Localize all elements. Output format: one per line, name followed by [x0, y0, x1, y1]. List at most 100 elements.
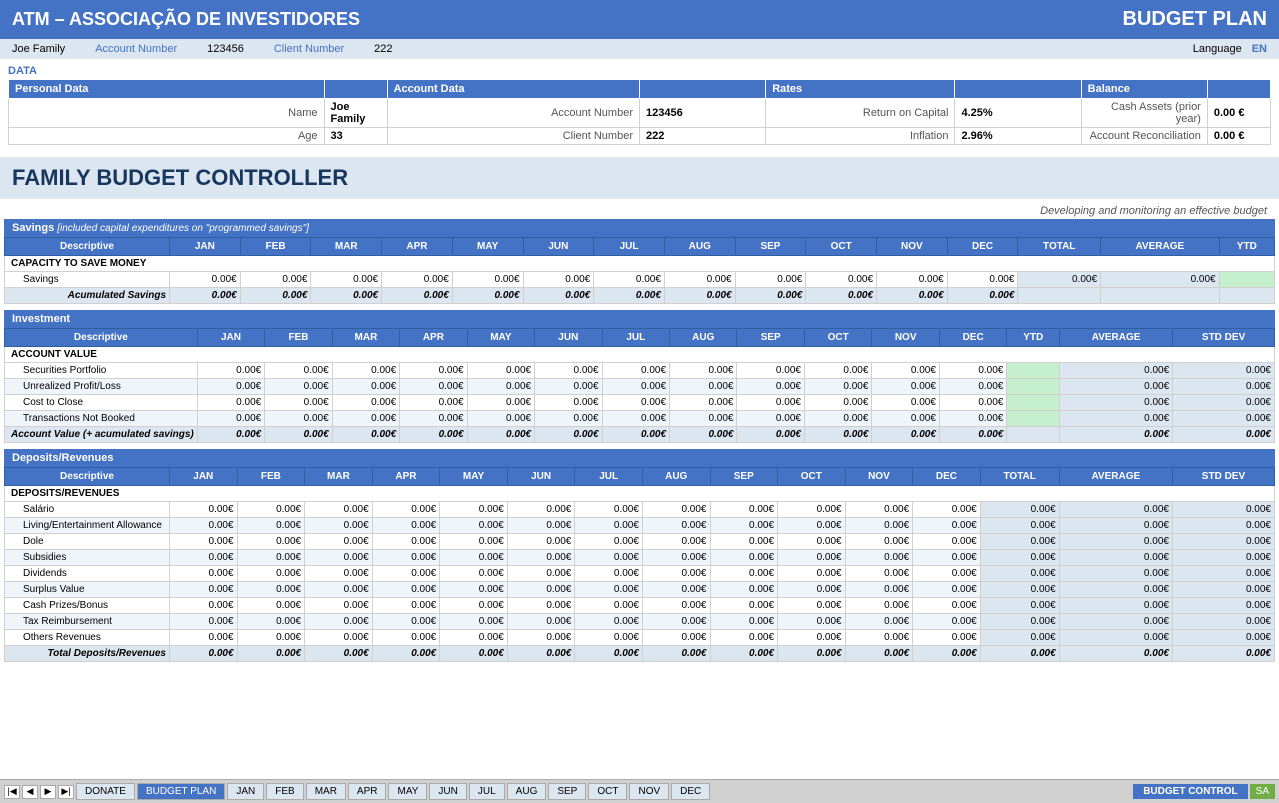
tab-aug[interactable]: AUG — [507, 783, 547, 800]
tab-jul[interactable]: JUL — [469, 783, 505, 800]
investment-header: Investment — [4, 310, 1275, 328]
nav-prev-arrow[interactable]: ◀ — [22, 785, 38, 799]
personal-data-header: Personal Data — [9, 80, 325, 99]
return-value: 4.25% — [955, 99, 1081, 128]
inflation-value: 2.96% — [955, 128, 1081, 145]
savings-section: Savings [included capital expenditures o… — [0, 219, 1279, 304]
investment-table: Descriptive JANFEBMAR APRMAYJUN JULAUGSE… — [4, 328, 1275, 443]
inv-row-unrealized: Unrealized Profit/Loss 0.00€0.00€0.00€ 0… — [5, 379, 1275, 395]
inv-row-transactions: Transactions Not Booked 0.00€0.00€0.00€ … — [5, 411, 1275, 427]
inv-row-securities: Securities Portfolio 0.00€0.00€0.00€ 0.0… — [5, 363, 1275, 379]
nav-last-arrow[interactable]: ▶| — [58, 785, 74, 799]
cash-assets-label: Cash Assets (prior year) — [1081, 99, 1207, 128]
acct-num-label: Account Number — [387, 99, 639, 128]
tab-mar[interactable]: MAR — [306, 783, 346, 800]
tab-may[interactable]: MAY — [388, 783, 427, 800]
rates-header: Rates — [766, 80, 955, 99]
user-name: Joe Family — [12, 43, 65, 55]
cash-prizes-label: Cash Prizes/Bonus — [5, 598, 170, 614]
savings-col-may: MAY — [452, 238, 523, 256]
tab-donate[interactable]: DONATE — [76, 783, 135, 800]
tab-nov[interactable]: NOV — [629, 783, 669, 800]
savings-col-mar: MAR — [311, 238, 382, 256]
data-row-1: Name Joe Family Account Number 123456 Re… — [9, 99, 1271, 128]
tab-apr[interactable]: APR — [348, 783, 387, 800]
data-section: DATA Personal Data Account Data Rates Ba… — [0, 59, 1279, 153]
nav-first-arrow[interactable]: |◀ — [4, 785, 20, 799]
deposits-header: Deposits/Revenues — [4, 449, 1275, 467]
client-num-label: Client Number — [387, 128, 639, 145]
age-label: Age — [9, 128, 325, 145]
nav-next-arrow[interactable]: ▶ — [40, 785, 56, 799]
balance-header: Balance — [1081, 80, 1207, 99]
dep-row-surplus: Surplus Value 0.00€0.00€0.00€ 0.00€0.00€… — [5, 582, 1275, 598]
savings-col-feb: FEB — [240, 238, 311, 256]
inflation-label: Inflation — [766, 128, 955, 145]
tab-feb[interactable]: FEB — [266, 783, 303, 800]
inv-row-cost: Cost to Close 0.00€0.00€0.00€ 0.00€0.00€… — [5, 395, 1275, 411]
data-info-table: Personal Data Account Data Rates Balance… — [8, 79, 1271, 145]
dep-row-salario: Salário 0.00€0.00€0.00€ 0.00€0.00€0.00€ … — [5, 502, 1275, 518]
tab-jan[interactable]: JAN — [227, 783, 264, 800]
app-header: ATM – ASSOCIAÇÃO DE INVESTIDORES BUDGET … — [0, 0, 1279, 39]
account-number-value: 123456 — [207, 43, 244, 55]
client-num-value: 222 — [640, 128, 766, 145]
savings-col-avg: AVERAGE — [1101, 238, 1220, 256]
deposits-table: Descriptive JANFEBMAR APRMAYJUN JULAUGSE… — [4, 467, 1275, 662]
dep-row-dole: Dole 0.00€0.00€0.00€ 0.00€0.00€0.00€ 0.0… — [5, 534, 1275, 550]
dep-row-subsidies: Subsidies 0.00€0.00€0.00€ 0.00€0.00€0.00… — [5, 550, 1275, 566]
savings-col-aug: AUG — [664, 238, 735, 256]
dep-row-cash-prizes: Cash Prizes/Bonus 0.00€0.00€0.00€ 0.00€0… — [5, 598, 1275, 614]
savings-total-row: Acumulated Savings 0.00€0.00€0.00€ 0.00€… — [5, 288, 1275, 304]
savings-row-savings: Savings 0.00€0.00€0.00€ 0.00€0.00€0.00€ … — [5, 272, 1275, 288]
savings-row-label: Savings — [5, 272, 170, 288]
fbc-title: FAMILY BUDGET CONTROLLER — [12, 165, 1267, 191]
tab-sep[interactable]: SEP — [548, 783, 586, 800]
savings-section-label: CAPACITY TO SAVE MONEY — [5, 256, 1275, 272]
savings-col-oct: OCT — [806, 238, 877, 256]
acct-recon-label: Account Reconciliation — [1081, 128, 1207, 145]
acct-num-value: 123456 — [640, 99, 766, 128]
account-data-header: Account Data — [387, 80, 639, 99]
savings-col-total: TOTAL — [1018, 238, 1101, 256]
data-row-2: Age 33 Client Number 222 Inflation 2.96%… — [9, 128, 1271, 145]
acct-recon-value: 0.00 € — [1207, 128, 1270, 145]
name-label: Name — [9, 99, 325, 128]
savings-header: Savings [included capital expenditures o… — [4, 219, 1275, 237]
tab-dec[interactable]: DEC — [671, 783, 710, 800]
savings-col-dec: DEC — [947, 238, 1018, 256]
savings-col-jul: JUL — [594, 238, 665, 256]
savings-col-jan: JAN — [170, 238, 241, 256]
inv-total-row: Account Value (+ acumulated savings) 0.0… — [5, 427, 1275, 443]
dep-row-others: Others Revenues 0.00€0.00€0.00€ 0.00€0.0… — [5, 630, 1275, 646]
savings-col-desc: Descriptive — [5, 238, 170, 256]
app-title: ATM – ASSOCIAÇÃO DE INVESTIDORES — [12, 9, 360, 30]
dep-section-row: DEPOSITS/REVENUES — [5, 486, 1275, 502]
savings-col-jun: JUN — [523, 238, 594, 256]
savings-col-ytd: YTD — [1219, 238, 1274, 256]
info-bar: Joe Family Account Number 123456 Client … — [0, 39, 1279, 59]
tab-budget-control[interactable]: BUDGET CONTROL — [1133, 784, 1247, 799]
budget-plan-label: BUDGET PLAN — [1123, 8, 1267, 31]
deposits-section: Deposits/Revenues Descriptive JANFEBMAR … — [0, 449, 1279, 662]
savings-col-apr: APR — [382, 238, 453, 256]
tab-oct[interactable]: OCT — [588, 783, 627, 800]
dep-row-dividends: Dividends 0.00€0.00€0.00€ 0.00€0.00€0.00… — [5, 566, 1275, 582]
savings-col-sep: SEP — [735, 238, 806, 256]
data-label: DATA — [8, 63, 1271, 79]
fbc-header: FAMILY BUDGET CONTROLLER — [0, 157, 1279, 199]
fbc-subtitle: Developing and monitoring an effective b… — [0, 203, 1279, 219]
age-value: 33 — [324, 128, 387, 145]
client-number-value: 222 — [374, 43, 392, 55]
tab-budget-plan[interactable]: BUDGET PLAN — [137, 783, 225, 800]
savings-section-row: CAPACITY TO SAVE MONEY — [5, 256, 1275, 272]
cash-assets-value: 0.00 € — [1207, 99, 1270, 128]
name-value: Joe Family — [324, 99, 387, 128]
dep-total-row: Total Deposits/Revenues 0.00€0.00€0.00€ … — [5, 646, 1275, 662]
client-number-label: Client Number — [274, 43, 344, 55]
tab-jun[interactable]: JUN — [429, 783, 466, 800]
language-label: Language — [1193, 43, 1242, 55]
bottom-nav: |◀ ◀ ▶ ▶| DONATE BUDGET PLAN JAN FEB MAR… — [0, 779, 1279, 803]
tab-sa[interactable]: SA — [1250, 784, 1275, 799]
savings-col-nov: NOV — [877, 238, 948, 256]
